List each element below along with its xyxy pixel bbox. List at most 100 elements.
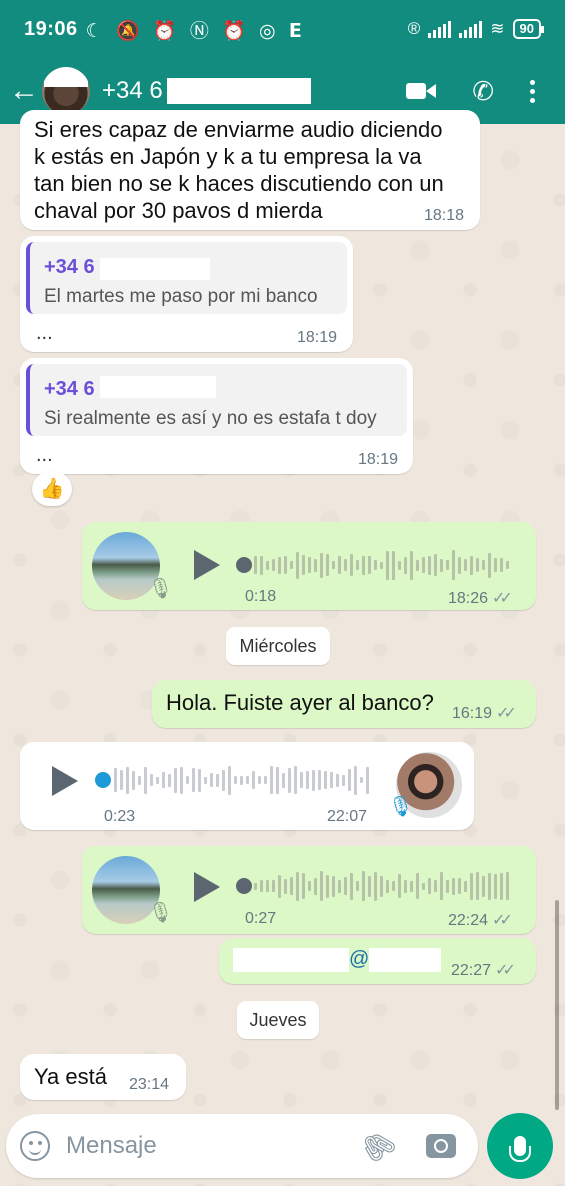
waveform-bar	[174, 767, 177, 793]
message-text-line: chaval por 30 pavos d mierda	[34, 198, 323, 223]
waveform-bar	[362, 555, 365, 575]
waveform-bar	[192, 768, 195, 792]
audio-progress-dot[interactable]	[95, 772, 111, 788]
waveform-bar	[440, 558, 443, 572]
audio-waveform[interactable]	[254, 870, 509, 902]
waveform-bar	[464, 880, 467, 892]
waveform-bar	[374, 871, 377, 901]
play-button[interactable]	[52, 766, 78, 796]
waveform-bar	[324, 771, 327, 789]
waveform-bar	[356, 881, 359, 891]
waveform-bar	[488, 872, 491, 900]
message-text: Ya está	[34, 1064, 107, 1089]
message-outgoing-audio[interactable]: 🎙 0:18 18:26 ✓✓	[82, 522, 536, 610]
message-outgoing-audio[interactable]: 🎙 0:27 22:24 ✓✓	[82, 846, 536, 934]
message-time: 22:24 ✓✓	[448, 910, 513, 930]
waveform-bar	[272, 559, 275, 571]
waveform-bar	[270, 766, 273, 794]
audio-progress-dot[interactable]	[236, 557, 252, 573]
waveform-bar	[260, 555, 263, 575]
audio-duration: 0:23	[104, 808, 136, 825]
quoted-message[interactable]: +34 6 Si realmente es así y no es estafa…	[26, 364, 407, 436]
quoted-message[interactable]: +34 6 El martes me paso por mi banco	[26, 242, 347, 314]
play-button[interactable]	[194, 550, 220, 580]
message-incoming[interactable]: Ya está 23:14	[20, 1054, 186, 1100]
waveform-bar	[470, 555, 473, 575]
waveform-bar	[168, 773, 171, 787]
message-time: 18:19	[297, 329, 338, 346]
message-outgoing[interactable]: @ 22:27 ✓✓	[219, 938, 536, 984]
double-check-icon: ✓✓	[496, 705, 517, 722]
waveform-bar	[300, 772, 303, 788]
waveform-bar	[458, 878, 461, 894]
message-outgoing[interactable]: Hola. Fuiste ayer al banco? 16:19 ✓✓	[152, 680, 536, 728]
waveform-bar	[494, 558, 497, 572]
audio-waveform[interactable]	[254, 549, 509, 581]
waveform-bar	[260, 880, 263, 892]
waveform-bar	[216, 773, 219, 787]
audio-progress-dot[interactable]	[236, 878, 252, 894]
video-call-icon[interactable]	[406, 81, 437, 101]
redaction	[369, 948, 441, 972]
message-input[interactable]: Mensaje	[66, 1132, 360, 1160]
waveform-bar	[288, 767, 291, 793]
message-text: ...	[36, 322, 53, 344]
back-arrow-icon[interactable]: ←	[6, 71, 42, 111]
signal-icon	[428, 20, 452, 38]
phone-icon[interactable]: ✆	[472, 76, 494, 107]
message-text-line: tan bien no se k haces discutiendo con u…	[34, 171, 444, 196]
scrollbar[interactable]	[555, 900, 559, 1110]
waveform-bar	[350, 554, 353, 576]
waveform-bar	[266, 880, 269, 892]
message-time-text: 22:27	[451, 962, 492, 979]
waveform-bar	[410, 550, 413, 580]
reaction-thumbs-up[interactable]: 👍	[32, 472, 72, 506]
audio-duration: 0:27	[245, 910, 277, 927]
status-right: ® ≋ 90	[407, 19, 545, 39]
waveform-bar	[428, 878, 431, 894]
voice-record-button[interactable]	[487, 1113, 553, 1179]
message-incoming-reply[interactable]: +34 6 Si realmente es así y no es estafa…	[20, 358, 413, 474]
waveform-bar	[290, 561, 293, 569]
quote-text: El martes me paso por mi banco	[44, 286, 318, 307]
wifi-icon: ≋	[490, 19, 505, 38]
waveform-bar	[254, 556, 257, 574]
message-incoming[interactable]: Si eres capaz de enviarme audio diciendo…	[20, 110, 480, 230]
message-time: 18:26 ✓✓	[448, 588, 513, 608]
double-check-icon: ✓✓	[495, 962, 516, 979]
message-incoming-audio[interactable]: 0:23 22:07 🎙	[20, 742, 474, 830]
redaction	[166, 78, 311, 104]
waveform-bar	[374, 560, 377, 570]
waveform-bar	[452, 550, 455, 580]
waveform-bar	[362, 871, 365, 901]
waveform-bar	[422, 882, 425, 890]
waveform-bar	[186, 776, 189, 784]
status-notification-icons: ☾ 🔕 ⏰ Ⓝ ⏰ ◎ 𝗘	[85, 20, 306, 42]
message-text: @	[349, 948, 370, 970]
message-incoming-reply[interactable]: +34 6 El martes me paso por mi banco ...…	[20, 236, 353, 352]
message-composer[interactable]: Mensaje 🖇	[6, 1114, 478, 1178]
waveform-bar	[240, 775, 243, 785]
contact-avatar[interactable]	[42, 67, 90, 115]
message-time-text: 22:24	[448, 912, 489, 929]
camera-icon[interactable]	[426, 1134, 456, 1158]
emoji-icon[interactable]	[20, 1131, 50, 1161]
message-time: 16:19 ✓✓	[452, 703, 517, 723]
waveform-bar	[366, 766, 369, 794]
waveform-bar	[222, 769, 225, 791]
waveform-bar	[404, 556, 407, 574]
contact-name-text: +34 6	[102, 77, 163, 104]
play-button[interactable]	[194, 872, 220, 902]
waveform-bar	[506, 561, 509, 569]
attach-icon[interactable]: 🖇	[354, 1122, 402, 1170]
registered-icon: ®	[407, 19, 421, 38]
contact-name[interactable]: +34 6	[102, 77, 311, 105]
audio-waveform[interactable]	[114, 764, 369, 796]
waveform-bar	[368, 875, 371, 897]
waveform-bar	[326, 554, 329, 576]
more-vert-icon[interactable]	[530, 79, 535, 103]
double-check-icon: ✓✓	[492, 912, 513, 929]
waveform-bar	[360, 777, 363, 783]
waveform-bar	[342, 774, 345, 786]
waveform-bar	[276, 766, 279, 794]
